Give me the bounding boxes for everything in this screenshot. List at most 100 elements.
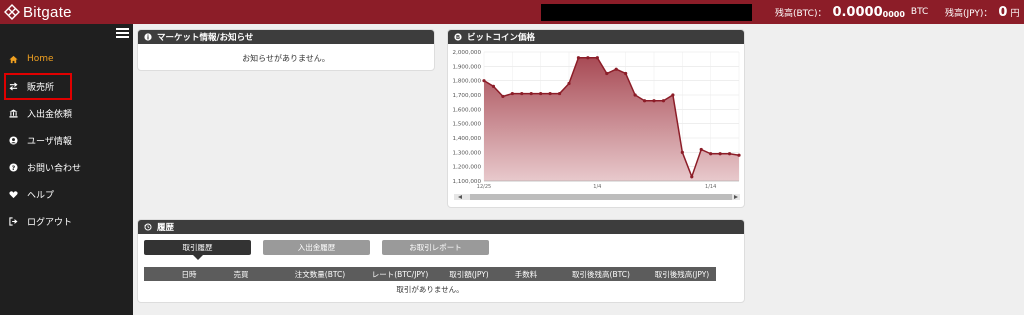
data-point — [690, 175, 694, 179]
highlight-annotation-box — [4, 73, 72, 100]
panel-title: マーケット情報/お知らせ — [157, 33, 254, 43]
data-point — [595, 56, 599, 60]
column-header: 取引額(JPY) — [449, 269, 489, 279]
y-tick-label: 1,600,000 — [453, 107, 482, 113]
logo-text: Bitgate — [23, 3, 72, 21]
data-point — [642, 99, 647, 103]
x-tick-label: 1/4 — [593, 184, 601, 190]
history-empty-message: 取引がありません。 — [396, 285, 464, 294]
sidebar-item-label: お問い合わせ — [27, 163, 82, 174]
column-header: 注文数量(BTC) — [294, 269, 346, 279]
market-news-panel: マーケット情報/お知らせ お知らせがありません。 — [137, 29, 435, 71]
balance-btc: 残高(BTC)： 0.0000 0000 BTC — [775, 0, 928, 24]
logo[interactable]: Bitgate — [4, 2, 72, 22]
sidebar-item-contact[interactable]: ? お問い合わせ — [0, 157, 133, 177]
data-point — [520, 91, 524, 96]
bank-icon — [9, 108, 18, 118]
data-point — [586, 56, 590, 60]
heart-icon — [9, 190, 18, 199]
tab-trade-history[interactable]: 取引履歴 — [144, 240, 251, 255]
sidebar-item-user-info[interactable]: ユーザ情報 — [0, 130, 133, 150]
redacted-user-area — [541, 4, 752, 21]
data-point — [661, 99, 666, 103]
data-point — [633, 93, 637, 97]
balance-btc-label: 残高(BTC)： — [775, 8, 827, 19]
tab-deposit-history[interactable]: 入出金履歴 — [263, 240, 370, 255]
column-header: 取引後残高(BTC) — [572, 269, 630, 279]
balance-jpy-label: 残高(JPY)： — [945, 8, 993, 19]
y-tick-label: 1,400,000 — [453, 136, 482, 142]
data-point — [699, 147, 703, 152]
sidebar-item-label: Home — [27, 54, 54, 64]
bitcoin-price-panel: B ビットコイン価格 2,000,000 1,900,000 1,800,000 1,… — [447, 29, 745, 208]
column-header: 取引後残高(JPY) — [654, 269, 710, 279]
panel-header: B ビットコイン価格 — [448, 30, 744, 44]
data-point — [482, 79, 486, 83]
data-point — [529, 91, 533, 96]
data-point — [557, 91, 562, 96]
balance-btc-small-digits: 0000 — [882, 10, 905, 19]
data-point — [652, 99, 656, 103]
data-point — [671, 93, 675, 97]
data-point — [614, 67, 618, 71]
y-tick-label: 1,200,000 — [453, 165, 482, 171]
panel-header: マーケット情報/お知らせ — [138, 30, 434, 44]
top-header: Bitgate 残高(BTC)： 0.0000 0000 BTC 残高(JPY)… — [0, 0, 1024, 24]
balance-jpy: 残高(JPY)： 0 円 — [945, 0, 1019, 24]
y-tick-label: 1,900,000 — [453, 64, 482, 70]
data-point — [727, 152, 732, 156]
y-tick-label: 2,000,000 — [453, 50, 482, 56]
data-point — [548, 91, 552, 96]
sidebar-item-logout[interactable]: ログアウト — [0, 211, 133, 231]
question-icon: ? — [9, 162, 18, 172]
data-point — [491, 84, 496, 88]
sidebar-item-help[interactable]: ヘルプ — [0, 184, 133, 204]
data-point — [709, 152, 713, 156]
data-point — [605, 71, 609, 76]
sidebar-item-label: 入出金依頼 — [27, 109, 73, 120]
balance-btc-value: 0.0000 — [832, 4, 883, 20]
sidebar-item-label: ユーザ情報 — [27, 136, 72, 147]
history-table-header: 日時 売買 注文数量(BTC) レート(BTC/JPY) 取引額(JPY) 手数… — [144, 267, 716, 281]
sidebar-item-home[interactable]: Home — [0, 49, 133, 69]
y-tick-label: 1,800,000 — [453, 79, 482, 85]
x-tick-label: 1/14 — [705, 184, 716, 190]
balance-jpy-unit: 円 — [1010, 8, 1020, 19]
price-area — [484, 57, 739, 181]
logout-icon — [9, 216, 18, 226]
tab-trade-report[interactable]: お取引レポート — [382, 240, 489, 255]
column-header: 日時 — [181, 269, 197, 279]
info-icon — [144, 33, 152, 41]
panel-header: 履歴 — [138, 220, 744, 234]
y-tick-label: 1,700,000 — [453, 93, 482, 99]
data-point — [624, 71, 628, 76]
sidebar-item-label: ヘルプ — [27, 190, 55, 201]
sidebar-item-deposit[interactable]: 入出金依頼 — [0, 103, 133, 123]
hamburger-menu-icon[interactable] — [116, 28, 129, 39]
panel-title: 履歴 — [157, 223, 175, 233]
data-point — [680, 150, 684, 154]
balance-jpy-value: 0 — [998, 4, 1008, 20]
history-icon — [144, 223, 152, 231]
x-tick-label: 12/25 — [477, 184, 491, 190]
data-point — [576, 56, 581, 60]
balance-btc-unit: BTC — [910, 7, 929, 17]
chart-scrollbar-thumb — [470, 194, 732, 200]
data-point — [718, 152, 722, 156]
bitcoin-price-chart[interactable]: 2,000,000 1,900,000 1,800,000 1,700,000 1,60… — [448, 44, 745, 208]
news-empty-message: お知らせがありません。 — [242, 54, 330, 63]
y-tick-label: 1,300,000 — [453, 150, 482, 156]
sidebar: Home 販売所 入出金依頼 ユーザ情報 ? お問い合わせ ヘルプ ログアウト — [0, 24, 133, 315]
column-header: 手数料 — [514, 269, 538, 279]
sidebar-item-label: ログアウト — [27, 217, 73, 228]
data-point — [510, 91, 514, 96]
user-icon — [9, 135, 18, 145]
svg-text:?: ? — [12, 164, 16, 171]
home-icon — [9, 55, 18, 64]
y-tick-label: 1,500,000 — [453, 122, 482, 128]
active-tab-caret-icon — [193, 255, 203, 260]
data-point — [501, 94, 505, 99]
svg-text:B: B — [456, 35, 460, 41]
data-point — [567, 81, 571, 86]
column-header: レート(BTC/JPY) — [371, 269, 429, 279]
